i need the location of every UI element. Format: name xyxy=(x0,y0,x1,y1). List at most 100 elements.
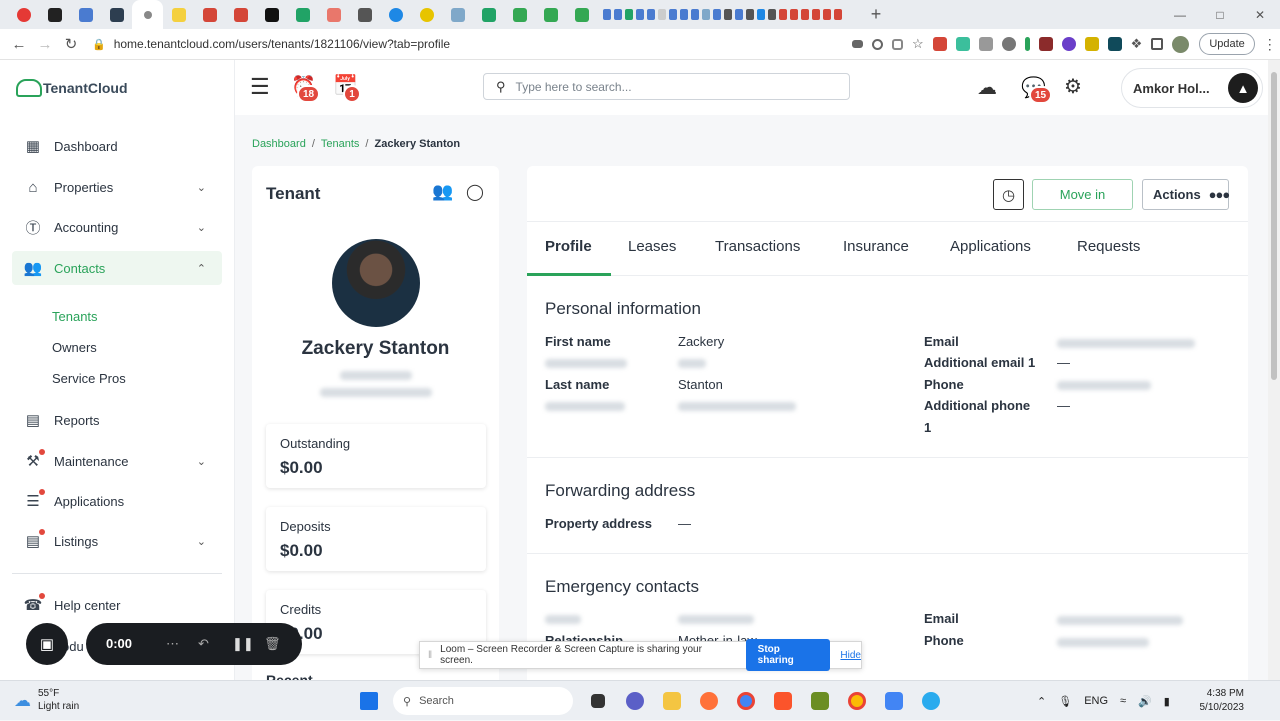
chrome-icon[interactable] xyxy=(727,681,764,721)
sidebar-item-maintenance[interactable]: ⚒ Maintenance ⌄ xyxy=(12,444,222,478)
zoom-icon[interactable] xyxy=(872,38,883,50)
sidebar-item-contacts[interactable]: 👥 Contacts ⌃ xyxy=(12,251,222,285)
tab-requests[interactable]: Requests xyxy=(1077,238,1140,255)
firefox-icon[interactable] xyxy=(690,681,727,721)
page-scrollbar[interactable] xyxy=(1268,60,1280,680)
browser-tab[interactable] xyxy=(194,0,225,29)
trash-icon[interactable]: 🗑 xyxy=(264,636,281,652)
browser-tab[interactable] xyxy=(504,0,535,29)
breadcrumb-dashboard[interactable]: Dashboard xyxy=(252,138,306,150)
weather-widget[interactable]: ☁ 55°F Light rain xyxy=(14,687,79,713)
browser-tab[interactable] xyxy=(380,0,411,29)
hamburger-menu-icon[interactable]: ☰ xyxy=(250,74,270,100)
microphone-icon[interactable]: 🎙 xyxy=(1058,695,1072,708)
sidebar-sub-item-tenants[interactable]: Tenants xyxy=(52,309,98,324)
breadcrumb-tenants[interactable]: Tenants xyxy=(321,138,360,150)
stop-sharing-button[interactable]: Stop sharing xyxy=(745,639,831,671)
url-field[interactable]: 🔒 home.tenantcloud.com/users/tenants/182… xyxy=(92,37,852,51)
extension-icon[interactable] xyxy=(1038,37,1053,51)
sidebar-item-applications[interactable]: ☰ Applications xyxy=(12,484,222,518)
search-input[interactable]: ⚲ Type here to search... xyxy=(483,73,850,100)
new-tab-button[interactable]: + xyxy=(866,4,886,25)
hide-link[interactable]: Hide xyxy=(840,650,861,661)
browser-tab[interactable] xyxy=(256,0,287,29)
profile-avatar[interactable] xyxy=(1172,35,1190,53)
chrome-canary-icon[interactable] xyxy=(838,681,875,721)
sidebar-sub-item-service-pros[interactable]: Service Pros xyxy=(52,371,126,386)
browser-tab-active[interactable] xyxy=(132,0,163,29)
tab-applications[interactable]: Applications xyxy=(950,238,1031,255)
battery-icon[interactable]: ▮ xyxy=(1164,695,1170,708)
close-icon[interactable]: ✕ xyxy=(1240,0,1280,29)
camera-icon[interactable]: ▣ xyxy=(26,623,68,665)
puzzle-icon[interactable]: ❖ xyxy=(1131,36,1143,52)
browser-tab[interactable] xyxy=(287,0,318,29)
start-button[interactable] xyxy=(350,681,387,721)
camera-icon[interactable] xyxy=(852,40,863,48)
grid-icon[interactable]: ⋯ xyxy=(166,636,179,652)
extension-icon[interactable] xyxy=(1061,37,1076,51)
sidebar-sub-item-owners[interactable]: Owners xyxy=(52,340,97,355)
undo-icon[interactable]: ↶ xyxy=(198,636,209,652)
back-icon[interactable]: ← xyxy=(6,36,32,53)
extension-icon[interactable] xyxy=(1107,37,1122,51)
reload-icon[interactable]: ↻ xyxy=(58,35,84,53)
contacts-icon[interactable]: 👥 xyxy=(432,182,453,202)
move-in-button[interactable]: Move in xyxy=(1032,179,1133,210)
tab-insurance[interactable]: Insurance xyxy=(843,238,909,255)
pause-icon[interactable]: ❚❚ xyxy=(232,636,254,652)
browser-tab[interactable] xyxy=(70,0,101,29)
browser-tab[interactable] xyxy=(535,0,566,29)
forward-icon[interactable]: → xyxy=(32,36,58,53)
browser-tab[interactable] xyxy=(101,0,132,29)
sidebar-item-reports[interactable]: ▤ Reports xyxy=(12,403,222,437)
brave-icon[interactable] xyxy=(764,681,801,721)
telegram-icon[interactable] xyxy=(912,681,949,721)
game-app-icon[interactable] xyxy=(801,681,838,721)
sidebar-item-listings[interactable]: ▤ Listings ⌄ xyxy=(12,524,222,558)
task-view-icon[interactable] xyxy=(579,681,616,721)
tab-profile[interactable]: Profile xyxy=(545,238,592,255)
maximize-icon[interactable]: □ xyxy=(1200,0,1240,29)
browser-tab[interactable] xyxy=(566,0,597,29)
history-clock-button[interactable]: ◷ xyxy=(993,179,1024,210)
sidebar-item-accounting[interactable]: Ⓣ Accounting ⌄ xyxy=(12,210,222,244)
cloud-download-icon[interactable]: ☁ xyxy=(977,75,997,100)
sidebar-item-properties[interactable]: ⌂ Properties ⌄ xyxy=(12,170,222,204)
scrollbar-thumb[interactable] xyxy=(1271,72,1277,380)
tenantcloud-logo[interactable]: TenantCloud xyxy=(16,79,128,97)
sidepanel-icon[interactable] xyxy=(1151,38,1164,50)
actions-button[interactable]: Actions ●●● xyxy=(1142,179,1230,210)
browser-tab[interactable] xyxy=(163,0,194,29)
message-icon[interactable]: ◯ xyxy=(466,182,484,202)
share-icon[interactable] xyxy=(892,38,903,50)
sidebar-item-help-center[interactable]: ☎ Help center xyxy=(12,588,222,622)
tab-transactions[interactable]: Transactions xyxy=(715,238,800,255)
browser-tab[interactable] xyxy=(349,0,380,29)
docs-icon[interactable] xyxy=(875,681,912,721)
lock-icon[interactable]: 🔒 xyxy=(92,38,106,51)
browser-tab[interactable] xyxy=(8,0,39,29)
chevron-up-icon[interactable]: ⌃ xyxy=(1037,695,1046,708)
browser-tab[interactable] xyxy=(442,0,473,29)
wifi-icon[interactable]: ≈ xyxy=(1120,695,1126,707)
browser-tab[interactable] xyxy=(318,0,349,29)
screenshot-icon[interactable] xyxy=(978,37,993,51)
drag-handle-icon[interactable]: ‖ xyxy=(428,650,432,661)
extension-icon[interactable] xyxy=(1084,37,1099,51)
update-button[interactable]: Update xyxy=(1199,33,1255,55)
pinned-tab-group[interactable] xyxy=(603,9,842,20)
browser-tab[interactable] xyxy=(473,0,504,29)
sync-icon[interactable] xyxy=(1001,37,1016,51)
minimize-icon[interactable]: — xyxy=(1160,0,1200,29)
user-menu[interactable]: Amkor Hol... ▲ xyxy=(1121,68,1263,108)
language-indicator[interactable]: ENG xyxy=(1084,695,1108,707)
tab-leases[interactable]: Leases xyxy=(628,238,676,255)
teams-icon[interactable] xyxy=(616,681,653,721)
volume-icon[interactable]: 🔊 xyxy=(1138,695,1152,708)
browser-tab[interactable] xyxy=(411,0,442,29)
file-explorer-icon[interactable] xyxy=(653,681,690,721)
browser-tab[interactable] xyxy=(225,0,256,29)
star-icon[interactable]: ☆ xyxy=(912,36,924,52)
taskbar-search[interactable]: ⚲ Search xyxy=(393,687,573,715)
